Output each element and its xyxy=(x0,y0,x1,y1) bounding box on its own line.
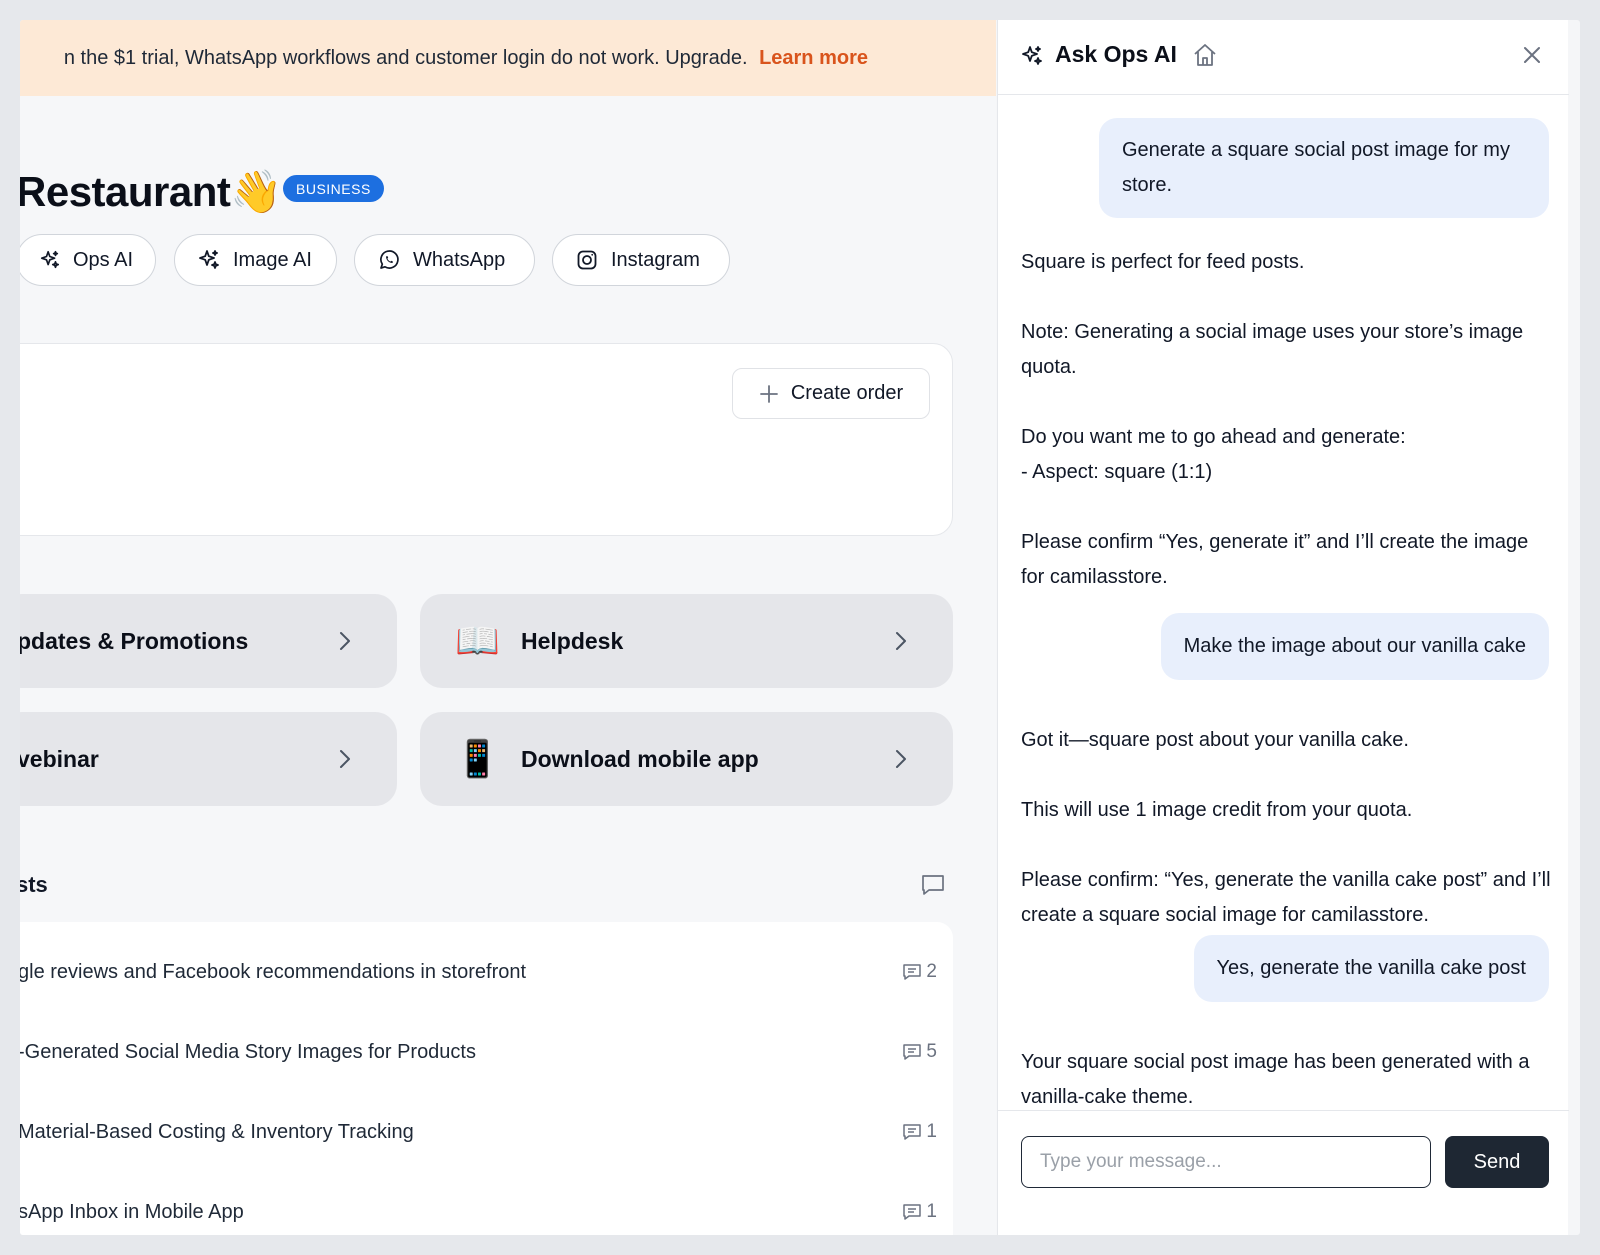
comment-icon xyxy=(903,1204,922,1220)
send-button[interactable]: Send xyxy=(1445,1136,1549,1188)
image-ai-label: Image AI xyxy=(233,248,312,271)
dashboard-pane: n the $1 trial, WhatsApp workflows and c… xyxy=(20,20,996,1235)
comment-icon xyxy=(903,1124,922,1140)
assistant-message: Got it—square post about your vanilla ca… xyxy=(1021,729,1551,926)
tile-label: vebinar xyxy=(20,745,99,772)
chevron-right-icon xyxy=(896,632,906,650)
orders-card: Create order xyxy=(20,343,953,536)
ops-ai-panel: Ask Ops AI Generate a square social post… xyxy=(997,20,1569,1235)
image-ai-button[interactable]: Image AI xyxy=(174,234,337,286)
close-icon[interactable] xyxy=(1521,44,1543,66)
assistant-message: Your square social post image has been g… xyxy=(1021,1051,1530,1108)
page-title: Restaurant👋 xyxy=(20,168,283,217)
request-title: sApp Inbox in Mobile App xyxy=(20,1200,244,1223)
user-message: Generate a square social post image for … xyxy=(1099,118,1549,218)
ops-ai-label: Ops AI xyxy=(72,248,133,271)
list-item[interactable]: Material-Based Costing & Inventory Track… xyxy=(20,1092,953,1172)
plan-badge: BUSINESS xyxy=(283,175,384,202)
chevron-right-icon xyxy=(340,632,350,650)
trial-banner: n the $1 trial, WhatsApp workflows and c… xyxy=(20,20,996,96)
chevron-right-icon xyxy=(896,750,906,768)
tile-updates-promotions[interactable]: pdates & Promotions xyxy=(20,594,397,688)
banner-text: n the $1 trial, WhatsApp workflows and c… xyxy=(63,46,748,69)
tile-label: Download mobile app xyxy=(521,745,759,772)
list-item[interactable]: sApp Inbox in Mobile App 1 xyxy=(20,1172,953,1235)
app-window: n the $1 trial, WhatsApp workflows and c… xyxy=(20,20,1580,1235)
create-order-label: Create order xyxy=(790,382,904,404)
sparkle-icon xyxy=(1022,46,1042,65)
instagram-icon xyxy=(577,250,597,270)
assistant-message: Square is perfect for feed posts. Note: … xyxy=(1021,251,1529,588)
panel-header: Ask Ops AI xyxy=(998,20,1569,95)
message-input[interactable] xyxy=(1021,1136,1431,1188)
instagram-label: Instagram xyxy=(611,248,700,271)
requests-list: gle reviews and Facebook recommendations… xyxy=(20,922,953,1235)
tile-webinar[interactable]: vebinar xyxy=(20,712,397,806)
ops-ai-button[interactable]: Ops AI xyxy=(20,234,156,286)
sparkle-icon xyxy=(40,250,60,269)
user-message: Make the image about our vanilla cake xyxy=(1160,613,1549,680)
mobile-phone-icon: 📱 xyxy=(455,738,500,779)
list-item[interactable]: -Generated Social Media Story Images for… xyxy=(20,1012,953,1092)
learn-more-link[interactable]: Learn more xyxy=(759,47,868,69)
tile-label: pdates & Promotions xyxy=(20,627,249,654)
comment-icon xyxy=(903,1044,922,1060)
whatsapp-button[interactable]: WhatsApp xyxy=(354,234,535,286)
plus-icon xyxy=(759,384,778,403)
comment-count: 1 xyxy=(902,1201,937,1223)
instagram-button[interactable]: Instagram xyxy=(552,234,730,286)
book-icon: 📖 xyxy=(455,620,500,661)
create-order-button[interactable]: Create order xyxy=(732,368,930,419)
store-name: Restaurant xyxy=(20,168,231,215)
comment-count: 1 xyxy=(902,1121,937,1143)
comment-count: 2 xyxy=(902,961,937,983)
sparkle-icon xyxy=(199,250,219,269)
message-composer: Send xyxy=(998,1110,1569,1235)
user-message: Yes, generate the vanilla cake post xyxy=(1193,935,1549,1002)
request-title: Material-Based Costing & Inventory Track… xyxy=(20,1120,414,1143)
tile-helpdesk[interactable]: 📖 Helpdesk xyxy=(420,594,953,688)
comment-icon[interactable] xyxy=(920,872,946,898)
tile-download-app[interactable]: 📱 Download mobile app xyxy=(420,712,953,806)
whatsapp-icon xyxy=(380,250,399,269)
list-item[interactable]: gle reviews and Facebook recommendations… xyxy=(20,932,953,1012)
section-heading: sts xyxy=(20,872,48,897)
panel-title: Ask Ops AI xyxy=(1055,41,1177,67)
chevron-right-icon xyxy=(340,750,350,768)
tile-label: Helpdesk xyxy=(521,627,624,654)
home-icon[interactable] xyxy=(1192,42,1218,68)
comment-icon xyxy=(903,964,922,980)
whatsapp-label: WhatsApp xyxy=(413,248,506,271)
comment-count: 5 xyxy=(902,1041,937,1063)
request-title: -Generated Social Media Story Images for… xyxy=(20,1040,476,1063)
message-list: Generate a square social post image for … xyxy=(998,96,1569,1110)
request-title: gle reviews and Facebook recommendations… xyxy=(20,960,527,983)
wave-emoji: 👋 xyxy=(230,168,283,215)
